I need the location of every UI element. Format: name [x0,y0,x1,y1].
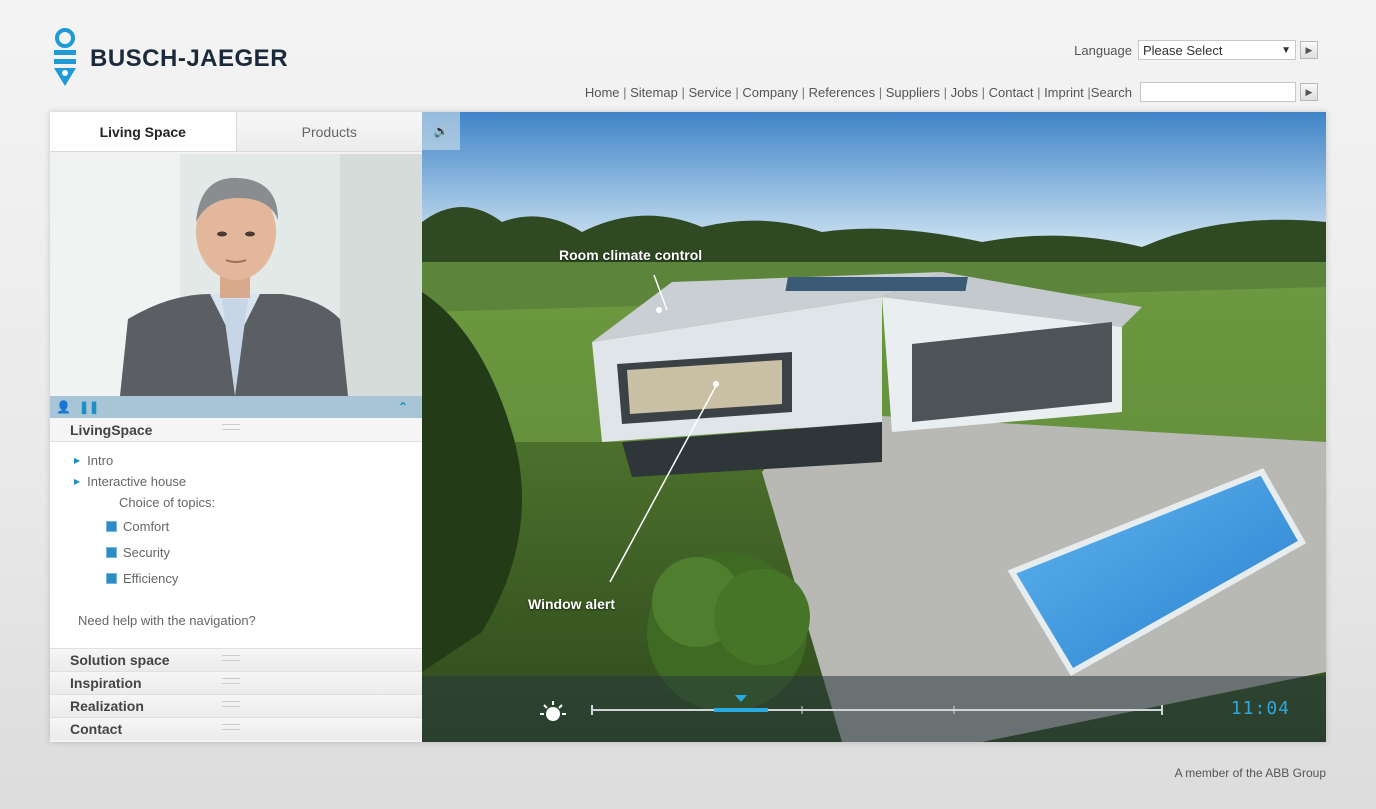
nav-suppliers[interactable]: Suppliers [886,85,940,100]
language-label: Language [1074,42,1132,58]
accordion-label: Inspiration [70,675,142,691]
interactive-house-scene[interactable]: 🔊 Room climate control Window alert 11:0… [422,112,1326,742]
topic-security[interactable]: Security [50,539,422,565]
accordion-solution-space[interactable]: Solution space [50,648,422,671]
nav-references[interactable]: References [809,85,875,100]
menu-item-label: Intro [87,453,114,468]
brand-name: BUSCH-JAEGER [90,45,289,72]
drag-handle-icon [222,724,240,730]
accordion-label: Solution space [70,652,170,668]
nav-separator: | [677,84,689,100]
busch-jaeger-logo[interactable]: BUSCH-JAEGER [52,28,288,90]
nav-separator: | [619,84,631,100]
nav-separator: | [939,84,951,100]
top-navigation: Home | Sitemap | Service | Company | Ref… [585,82,1318,102]
checkbox-checked-icon[interactable] [106,520,117,532]
left-panel: Living Space Products 👤 ❚❚ ⌃ LivingSpace… [50,112,422,742]
nav-separator: | [798,84,809,100]
chevron-down-icon: ▼ [1281,45,1291,56]
drag-handle-icon [222,655,240,661]
play-arrow-icon: ▶ [74,456,81,465]
nav-separator: | [978,84,989,100]
nav-separator: | [1083,84,1091,100]
search-go-button[interactable]: ▶ [1300,83,1318,101]
nav-jobs[interactable]: Jobs [951,85,978,100]
presenter-image [50,154,422,396]
sun-icon [540,701,566,721]
language-selector: Language Please Select ▼ ▶ [1074,40,1318,60]
top-nav-links: Home | Sitemap | Service | Company | Ref… [585,85,1132,100]
checkbox-checked-icon[interactable] [106,546,117,558]
language-select[interactable]: Please Select ▼ [1138,40,1296,60]
topics-label: Choice of topics: [119,495,216,510]
play-arrow-icon: ▶ [74,477,81,486]
nav-contact[interactable]: Contact [989,85,1034,100]
topic-comfort[interactable]: Comfort [50,513,422,539]
nav-company[interactable]: Company [742,85,798,100]
drag-handle-icon [222,678,240,684]
presenter-icon[interactable]: 👤 [56,400,71,414]
accordion-label: Realization [70,698,144,714]
menu-item-label: Interactive house [87,474,187,489]
language-select-value: Please Select [1143,42,1223,58]
pause-icon[interactable]: ❚❚ [79,400,99,414]
time-display: 11:04 [1230,698,1290,719]
nav-home[interactable]: Home [585,85,620,100]
footer-abb-group: A member of the ABB Group [1174,766,1326,780]
nav-sitemap[interactable]: Sitemap [630,85,678,100]
hotspot-room-climate-control[interactable]: Room climate control [559,247,702,263]
living-space-menu: ▶ Intro ▶ Interactive house Choice of to… [50,442,422,648]
collapse-up-icon[interactable]: ⌃ [398,400,408,414]
topic-label: Efficiency [123,570,179,586]
nav-service[interactable]: Service [688,85,731,100]
video-control-bar: 👤 ❚❚ ⌃ [50,396,422,418]
tab-bar: Living Space Products [50,112,422,152]
search-input[interactable] [1140,82,1296,102]
checkbox-checked-icon[interactable] [106,572,117,584]
menu-item-interactive-house[interactable]: ▶ Interactive house [50,471,422,492]
day-night-slider[interactable] [422,676,1326,742]
search-label: Search [1090,84,1132,100]
navigation-help-link[interactable]: Need help with the navigation? [50,613,422,628]
hotspot-window-alert[interactable]: Window alert [528,596,615,612]
topic-label: Comfort [123,518,170,534]
accordion-contact[interactable]: Contact [50,717,422,740]
menu-item-intro[interactable]: ▶ Intro [50,450,422,471]
accordion-label: Contact [70,721,123,737]
menu-section-title: LivingSpace [70,422,153,438]
brand-mark-icon [54,28,76,86]
nav-imprint[interactable]: Imprint [1044,85,1084,100]
nav-separator: | [1033,84,1045,100]
accordion-inspiration[interactable]: Inspiration [50,671,422,694]
topic-label: Security [123,544,170,560]
sound-toggle-button[interactable]: 🔊 [422,112,460,150]
accordion-realization[interactable]: Realization [50,694,422,717]
slider-handle-icon [735,695,747,702]
main-frame: Living Space Products 👤 ❚❚ ⌃ LivingSpace… [50,112,1326,742]
drag-handle-icon [222,424,240,430]
speaker-icon: 🔊 [433,124,449,138]
play-arrow-icon: ▶ [1305,86,1313,97]
menu-section-header[interactable]: LivingSpace [50,418,422,442]
drag-handle-icon [222,701,240,707]
play-arrow-icon: ▶ [1305,44,1313,55]
topic-efficiency[interactable]: Efficiency [50,565,422,591]
tab-products[interactable]: Products [236,112,422,151]
time-of-day-bar: 11:04 [422,676,1326,742]
presenter-video[interactable]: 👤 ❚❚ ⌃ [50,154,422,418]
language-go-button[interactable]: ▶ [1300,41,1318,59]
moon-icon [1183,700,1194,722]
nav-separator: | [731,84,743,100]
house-render [422,112,1326,742]
nav-separator: | [875,84,886,100]
tab-living-space[interactable]: Living Space [50,112,237,151]
